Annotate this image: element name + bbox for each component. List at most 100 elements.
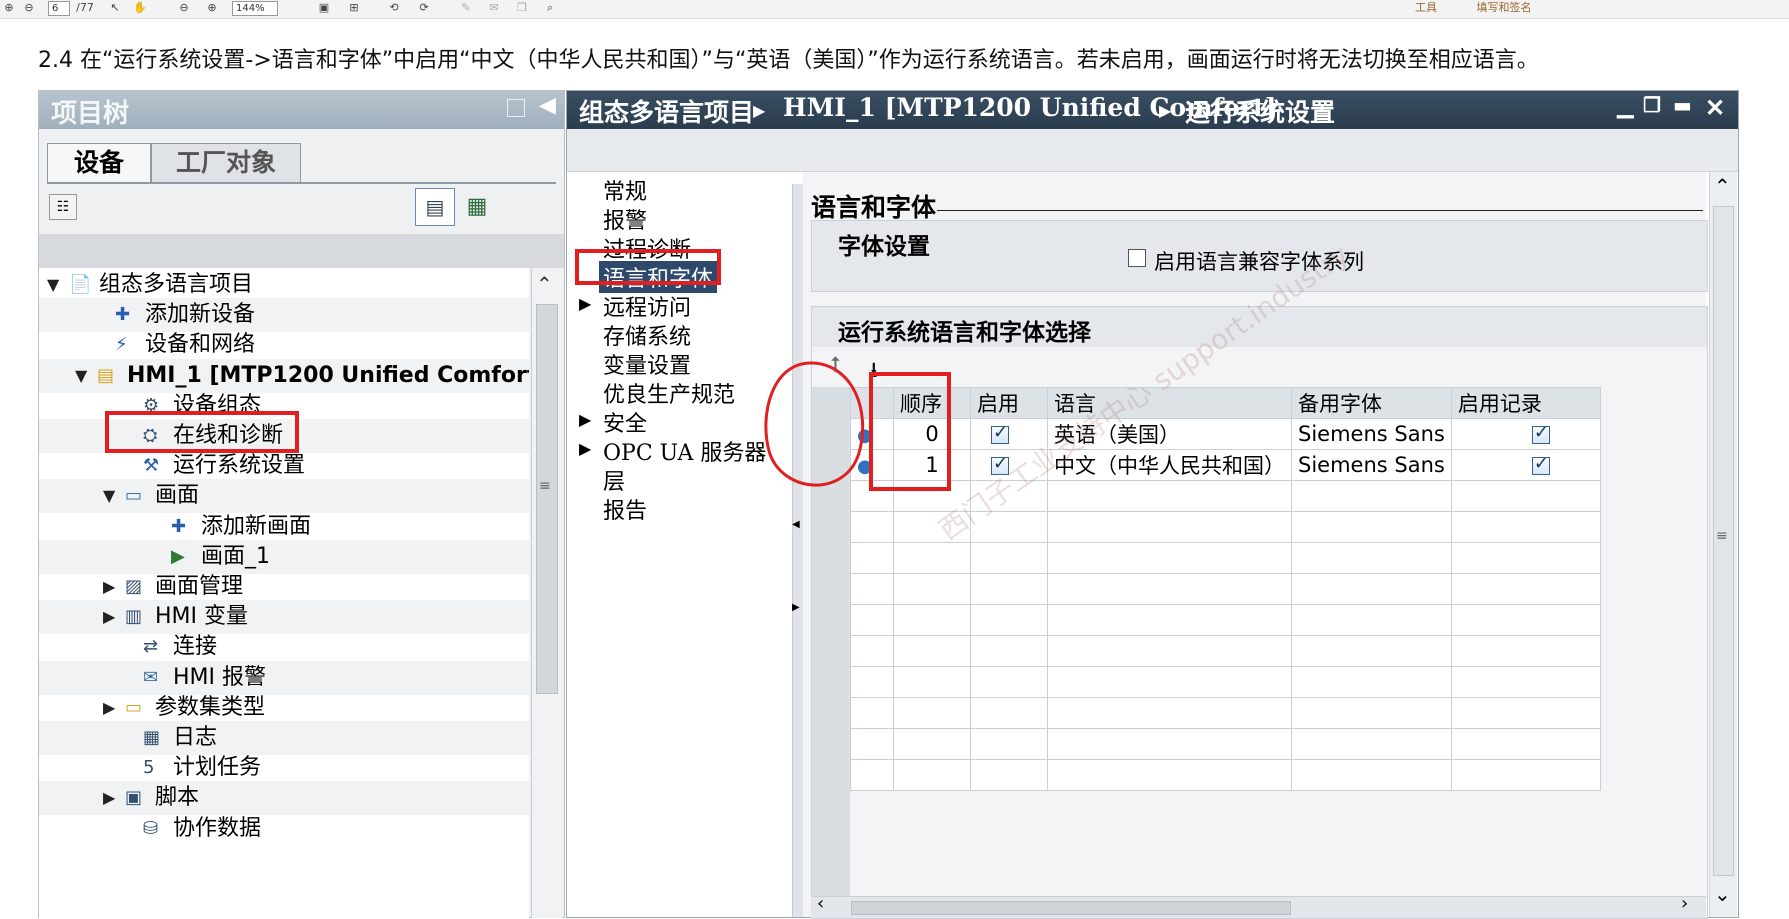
- tree-item[interactable]: ⛁ 协作数据: [39, 812, 529, 846]
- scroll-right-icon[interactable]: ›: [1681, 893, 1688, 914]
- minimize-icon[interactable]: ▁: [1617, 93, 1634, 119]
- sign-icon[interactable]: ✎: [458, 1, 474, 15]
- logging-cell: [1450, 604, 1601, 636]
- tree-item[interactable]: ▶ ▨ 画面管理: [39, 570, 529, 604]
- rotate-right-icon[interactable]: ⟳: [416, 1, 432, 15]
- fill-sign-link[interactable]: 填写和签名: [1464, 1, 1544, 15]
- content-scrollbar[interactable]: ⌃ ≡ ⌄: [1709, 172, 1737, 917]
- tree-toolbar: ☷ ▤ ▦: [39, 184, 564, 234]
- highlight-order-circle: [764, 361, 865, 487]
- maximize-icon[interactable]: ▬: [1673, 93, 1692, 117]
- tree-item[interactable]: ▦ 日志: [39, 721, 529, 755]
- tab-devices[interactable]: 设备: [47, 143, 151, 183]
- tree-item[interactable]: ▶ ▣ 脚本: [39, 781, 529, 816]
- tree-item[interactable]: ✚ 添加新设备: [39, 298, 529, 333]
- horizontal-scrollbar[interactable]: ‹ ›: [811, 893, 1706, 918]
- expand-icon[interactable]: ▶: [579, 439, 591, 458]
- tree-item[interactable]: ⚒ 运行系统设置: [39, 449, 529, 483]
- fallback-font-cell[interactable]: Siemens Sans: [1291, 418, 1452, 450]
- nav-item[interactable]: 层: [603, 464, 625, 496]
- fallback-font-cell[interactable]: Siemens Sans: [1291, 449, 1452, 481]
- logging-cell[interactable]: [1450, 418, 1601, 450]
- logging-checkbox[interactable]: [1531, 422, 1550, 444]
- rotate-icon[interactable]: ⟲: [386, 1, 402, 15]
- nav-item[interactable]: 变量设置: [603, 348, 691, 380]
- scroll-down-icon[interactable]: ⌄: [1714, 882, 1731, 906]
- nav-item[interactable]: 优良生产规范: [603, 377, 735, 409]
- overview-icon[interactable]: ▦: [459, 188, 495, 226]
- language-row[interactable]: ●0英语（美国）Siemens Sans: [850, 418, 1601, 450]
- nav-item[interactable]: OPC UA 服务器: [603, 435, 766, 467]
- restore-icon[interactable]: ❐: [1643, 93, 1661, 117]
- col-fallback-font[interactable]: 备用字体: [1291, 387, 1452, 419]
- copy-icon[interactable]: ❐: [514, 1, 530, 15]
- fit-page-icon[interactable]: ▣: [316, 1, 332, 15]
- enabled-cell: [970, 542, 1048, 574]
- splitter-left-icon[interactable]: ◀: [792, 519, 800, 530]
- tree-item[interactable]: ⇄ 连接: [39, 630, 529, 664]
- breadcrumb-project[interactable]: 组态多语言项目: [579, 93, 754, 129]
- nav-item[interactable]: 远程访问: [603, 290, 691, 322]
- zoom-select[interactable]: 144%: [232, 1, 278, 16]
- tree-item[interactable]: ✚ 添加新画面: [39, 510, 529, 544]
- col-logging[interactable]: 启用记录: [1450, 387, 1601, 419]
- hscroll-thumb[interactable]: [851, 901, 1291, 915]
- zoom-in-icon[interactable]: ⊕: [204, 1, 220, 15]
- logging-cell: [1450, 759, 1601, 791]
- tree-item[interactable]: ⚡ 设备和网络: [39, 328, 529, 362]
- tree-item[interactable]: ▶ 画面_1: [39, 539, 529, 574]
- expand-icon[interactable]: ▶: [103, 781, 119, 815]
- scroll-up-icon[interactable]: ⌃: [536, 272, 553, 296]
- collapse-panel-icon[interactable]: ◀: [539, 93, 556, 118]
- tree-view-icon[interactable]: ☷: [49, 194, 77, 220]
- scheduler-icon: 5: [143, 757, 155, 779]
- compat-font-checkbox[interactable]: [1128, 249, 1146, 267]
- splitter-right-icon[interactable]: ▶: [792, 602, 800, 613]
- nav-item[interactable]: 存储系统: [603, 319, 691, 351]
- expand-icon[interactable]: ▶: [103, 691, 119, 725]
- collapse-icon[interactable]: ▼: [75, 359, 91, 393]
- tree-item[interactable]: ▼ ▤ HMI_1 [MTP1200 Unified Comfort]: [39, 358, 529, 393]
- collapse-icon[interactable]: ▼: [103, 479, 119, 513]
- comment-icon[interactable]: ✉: [486, 1, 502, 15]
- tree-item[interactable]: ▼ ▭ 画面: [39, 479, 529, 514]
- tree-item[interactable]: ▼ 📄 组态多语言项目: [39, 268, 529, 302]
- collapse-icon[interactable]: ▼: [47, 268, 63, 302]
- scroll-up-icon[interactable]: ⌃: [1714, 174, 1731, 198]
- language-row[interactable]: ●1中文（中华人民共和国）Siemens Sans: [850, 449, 1601, 481]
- runtime-settings-icon: ⚒: [143, 455, 160, 477]
- page-number-input[interactable]: 6: [48, 1, 70, 16]
- page-down-icon[interactable]: ⊕: [2, 1, 16, 15]
- expand-icon[interactable]: ▶: [103, 570, 119, 604]
- tree-item[interactable]: ✉ HMI 报警: [39, 660, 529, 695]
- logging-checkbox[interactable]: [1531, 453, 1550, 475]
- nav-item[interactable]: 报告: [603, 493, 647, 525]
- tab-plant-objects[interactable]: 工厂对象: [151, 143, 301, 183]
- tools-link[interactable]: 工具: [1408, 1, 1444, 15]
- tree-scroll-thumb[interactable]: [536, 304, 558, 694]
- expand-icon[interactable]: ▶: [579, 410, 591, 429]
- zoom-out-icon[interactable]: ⊖: [176, 1, 192, 15]
- close-icon[interactable]: ✕: [1705, 93, 1725, 122]
- nav-item[interactable]: 常规: [603, 174, 647, 206]
- tree-item[interactable]: 5 计划任务: [39, 751, 529, 785]
- enabled-checkbox[interactable]: [991, 422, 1009, 444]
- fit-width-icon[interactable]: ⊞: [346, 1, 362, 15]
- scroll-left-icon[interactable]: ‹: [817, 893, 824, 914]
- detail-view-icon[interactable]: ▤: [415, 188, 455, 226]
- col-enabled[interactable]: 启用: [970, 387, 1048, 419]
- page-up-icon[interactable]: ⊖: [22, 1, 36, 15]
- tree-item[interactable]: ▶ ▭ 参数集类型: [39, 691, 529, 725]
- expand-icon[interactable]: ▶: [579, 294, 591, 313]
- nav-item[interactable]: 安全: [603, 406, 647, 438]
- tree-item[interactable]: ▶ ▥ HMI 变量: [39, 600, 529, 635]
- expand-icon[interactable]: ▶: [103, 600, 119, 634]
- tree-scrollbar[interactable]: ⌃ ≡: [531, 268, 563, 918]
- select-tool-icon[interactable]: ↖: [108, 1, 122, 15]
- hand-tool-icon[interactable]: ✋: [132, 1, 148, 15]
- panel-layout-icon[interactable]: [507, 99, 525, 117]
- nav-item[interactable]: 报警: [603, 203, 647, 235]
- search-icon[interactable]: ⌕: [542, 1, 558, 15]
- logging-cell[interactable]: [1450, 449, 1601, 481]
- nav-splitter[interactable]: ◀ ▶: [792, 184, 803, 917]
